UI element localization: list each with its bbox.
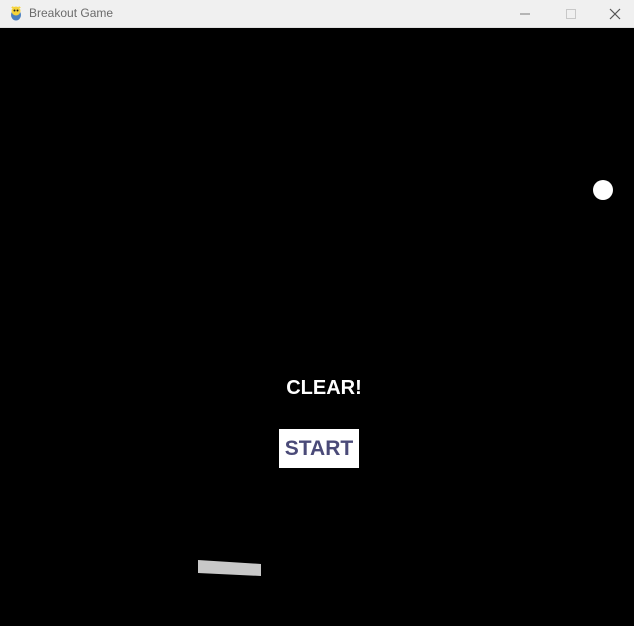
window-title: Breakout Game (29, 6, 114, 20)
start-button[interactable]: START (279, 429, 359, 468)
minimize-button[interactable] (502, 0, 548, 28)
breakout-window: Breakout Game CLEAR! START (0, 0, 634, 626)
title-bar[interactable]: Breakout Game (0, 0, 634, 28)
close-icon (609, 8, 621, 20)
ball (593, 180, 613, 200)
maximize-button[interactable] (548, 0, 594, 28)
minimize-icon (520, 13, 530, 15)
close-button[interactable] (592, 0, 634, 28)
clear-message: CLEAR! (286, 377, 362, 399)
maximize-icon (566, 9, 576, 19)
game-canvas[interactable]: CLEAR! START (0, 28, 634, 626)
pygame-snake-icon (11, 6, 21, 21)
paddle[interactable] (198, 560, 261, 576)
